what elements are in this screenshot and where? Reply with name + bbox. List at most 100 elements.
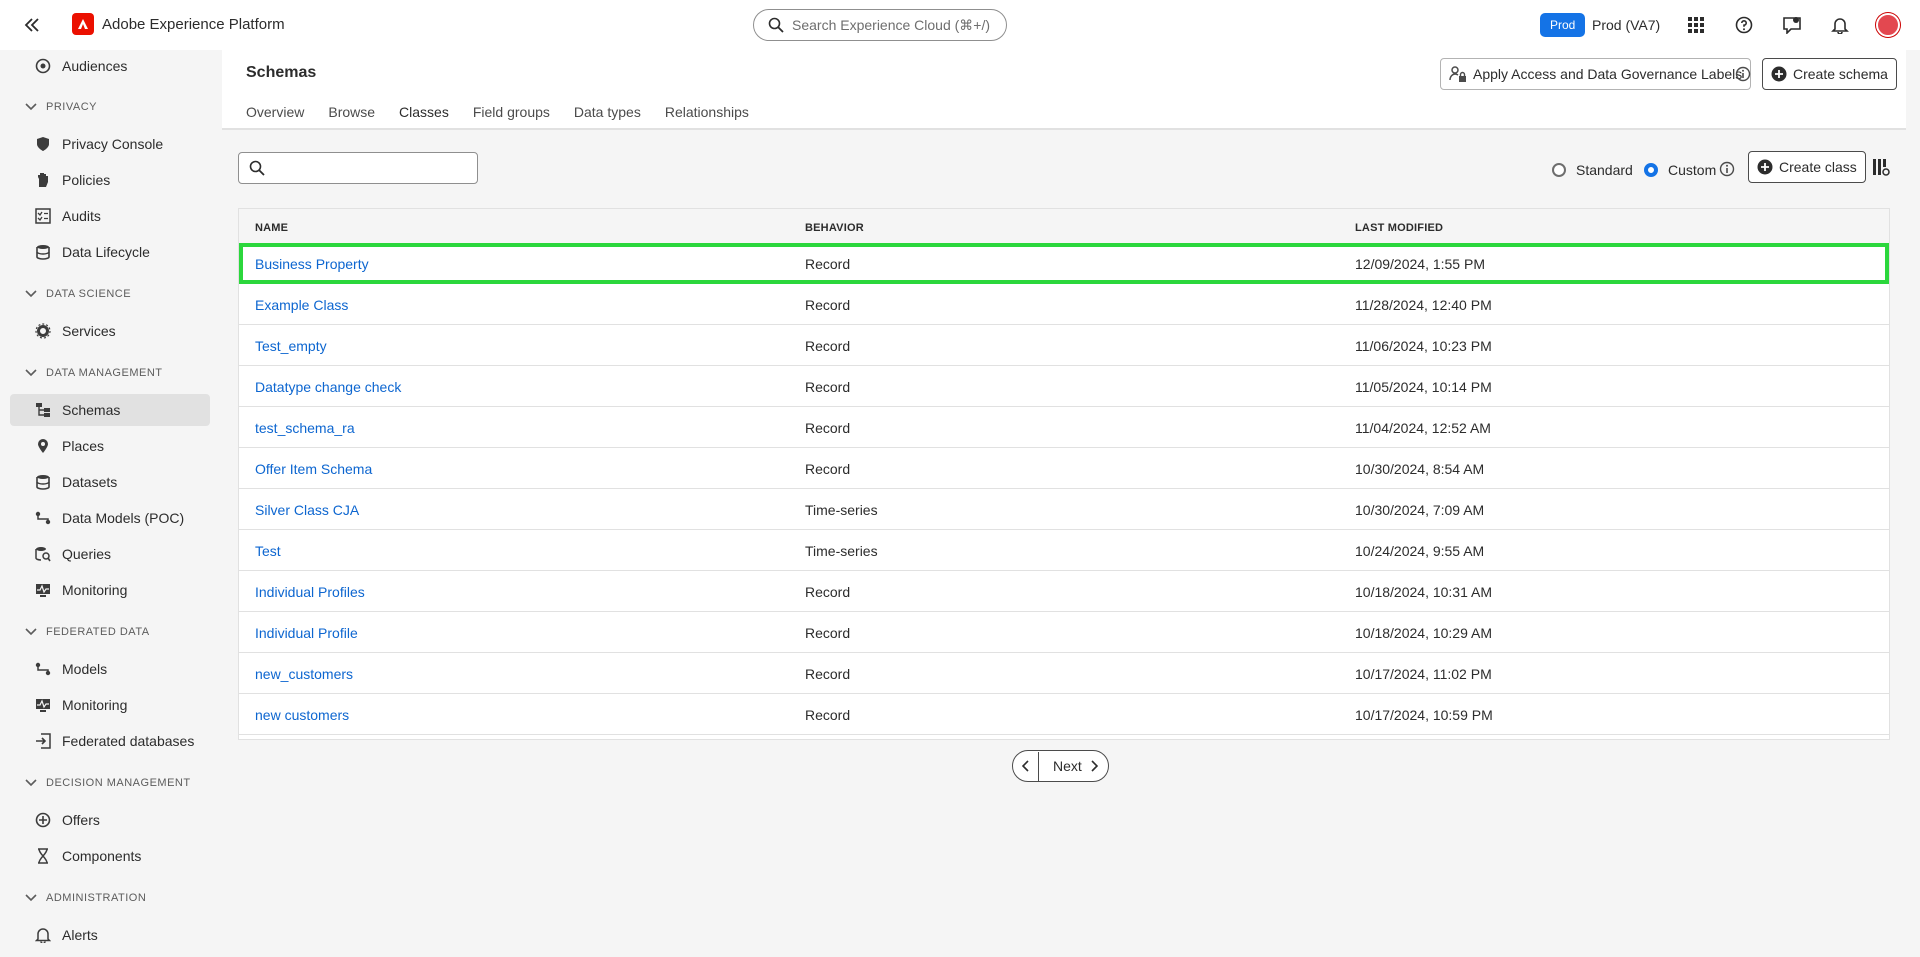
audiences-icon xyxy=(34,57,52,75)
sidebar-item-datasets[interactable]: Datasets xyxy=(10,466,210,498)
class-name-link[interactable]: Business Property xyxy=(255,256,369,272)
column-header-last-modified[interactable]: LAST MODIFIED xyxy=(1355,222,1443,234)
class-name-link[interactable]: Example Class xyxy=(255,297,348,313)
sidebar-item-policies[interactable]: Policies xyxy=(10,164,210,196)
sidebar-item-label: Privacy Console xyxy=(62,136,164,152)
class-last-modified: 10/18/2024, 10:29 AM xyxy=(1355,625,1492,641)
user-lock-icon xyxy=(1449,65,1467,83)
class-name-link[interactable]: Individual Profile xyxy=(255,625,358,641)
feedback-icon[interactable] xyxy=(1780,13,1804,37)
sidebar-item-monitoring[interactable]: Monitoring xyxy=(10,574,210,606)
global-search-input[interactable]: Search Experience Cloud (⌘+/) xyxy=(753,9,1007,41)
chevron-down-icon xyxy=(25,894,37,902)
class-behavior: Record xyxy=(805,707,851,723)
sidebar-item-privacy-console[interactable]: Privacy Console xyxy=(10,128,210,160)
radio-button-selected[interactable] xyxy=(1644,163,1658,177)
class-name-link[interactable]: Silver Class CJA xyxy=(255,502,359,518)
sidebar-item-alerts[interactable]: Alerts xyxy=(10,919,210,951)
class-behavior: Record xyxy=(805,461,851,477)
table-row[interactable]: Individual Profiles Record 10/18/2024, 10:… xyxy=(239,571,1889,612)
next-page-button[interactable]: Next xyxy=(1039,752,1108,781)
hourglass-icon xyxy=(34,847,52,865)
table-row[interactable]: Datatype change check Record 11/05/2024, 1… xyxy=(239,366,1889,407)
section-administration[interactable]: ADMINISTRATION xyxy=(24,888,146,908)
sidebar-item-models[interactable]: Models xyxy=(10,653,210,685)
table-row[interactable]: new customers Record 10/17/2024, 10:59 PM xyxy=(239,694,1889,735)
previous-page-button[interactable] xyxy=(1013,751,1039,781)
sidebar-item-places[interactable]: Places xyxy=(10,430,210,462)
class-name-link[interactable]: test_schema_ra xyxy=(255,420,355,436)
standard-radio[interactable]: Standard xyxy=(1552,162,1633,178)
radio-button[interactable] xyxy=(1552,163,1566,177)
column-header-name[interactable]: NAME xyxy=(255,222,288,234)
table-row[interactable]: Test Time-series 10/24/2024, 9:55 AM xyxy=(239,530,1889,571)
create-class-label: Create class xyxy=(1779,159,1857,175)
table-row[interactable]: Test_empty Record 11/06/2024, 10:23 PM xyxy=(239,325,1889,366)
table-row[interactable]: testclass_pks4Record10/03/2024, 8:58 AM xyxy=(239,735,1889,739)
class-name-link[interactable]: Individual Profiles xyxy=(255,584,365,600)
standard-radio-label: Standard xyxy=(1576,162,1633,178)
table-row[interactable]: test_schema_ra Record 11/04/2024, 12:52 AM xyxy=(239,407,1889,448)
apply-governance-labels-button[interactable]: Apply Access and Data Governance Labels xyxy=(1440,58,1752,90)
class-behavior: Record xyxy=(805,379,851,395)
class-name-link[interactable]: Datatype change check xyxy=(255,379,401,395)
app-title[interactable]: Adobe Experience Platform xyxy=(102,16,285,33)
class-name-link[interactable]: new_customers xyxy=(255,666,353,682)
table-row[interactable]: Business Property Record 12/09/2024, 1:55 … xyxy=(239,243,1889,284)
collapse-sidebar-icon[interactable] xyxy=(20,14,44,36)
table-header: NAME BEHAVIOR LAST MODIFIED xyxy=(239,209,1889,243)
section-federated-data[interactable]: FEDERATED DATA xyxy=(24,622,150,642)
table-row[interactable]: Example Class Record 11/28/2024, 12:40 PM xyxy=(239,284,1889,325)
section-data-science[interactable]: DATA SCIENCE xyxy=(24,284,131,304)
org-switcher[interactable]: Prod (VA7) xyxy=(1592,17,1660,33)
class-last-modified: 10/17/2024, 10:59 PM xyxy=(1355,707,1493,723)
notifications-icon[interactable] xyxy=(1828,13,1852,37)
table-row[interactable]: new_customers Record 10/17/2024, 11:02 PM xyxy=(239,653,1889,694)
table-row[interactable]: Individual Profile Record 10/18/2024, 10:2… xyxy=(239,612,1889,653)
classes-content: Standard Custom Create class NAME BEHAVI… xyxy=(222,130,1906,957)
class-name-link[interactable]: Test xyxy=(255,543,281,559)
table-row[interactable]: Offer Item Schema Record 10/30/2024, 8:54 … xyxy=(239,448,1889,489)
pagination: Next xyxy=(1012,750,1109,782)
sidebar-item-data-models[interactable]: Data Models (POC) xyxy=(10,502,210,534)
import-icon xyxy=(34,732,52,750)
sidebar-item-offers[interactable]: Offers xyxy=(10,804,210,836)
create-schema-button[interactable]: Create schema xyxy=(1762,58,1897,90)
table-row[interactable]: Silver Class CJA Time-series 10/30/2024, 7… xyxy=(239,489,1889,530)
custom-radio[interactable]: Custom xyxy=(1644,162,1716,178)
column-settings-icon[interactable] xyxy=(1870,156,1892,178)
sidebar-item-services[interactable]: Services xyxy=(10,315,210,347)
adobe-logo-icon[interactable] xyxy=(72,13,94,35)
user-avatar[interactable] xyxy=(1876,13,1900,37)
sidebar-item-label: Audits xyxy=(62,208,101,224)
sidebar-item-data-lifecycle[interactable]: Data Lifecycle xyxy=(10,236,210,268)
section-data-management[interactable]: DATA MANAGEMENT xyxy=(24,363,163,383)
class-search-input[interactable] xyxy=(238,152,478,184)
class-name-link[interactable]: Offer Item Schema xyxy=(255,461,372,477)
sidebar-item-federated-monitoring[interactable]: Monitoring xyxy=(10,689,210,721)
help-icon[interactable] xyxy=(1732,13,1756,37)
sidebar-item-federated-databases[interactable]: Federated databases xyxy=(10,725,210,757)
section-privacy[interactable]: PRIVACY xyxy=(24,97,97,117)
sidebar-item-audiences[interactable]: Audiences xyxy=(10,50,210,82)
sidebar-item-label: Places xyxy=(62,438,105,454)
chevron-right-icon xyxy=(1091,760,1098,772)
sidebar-item-components[interactable]: Components xyxy=(10,840,210,872)
class-name-link[interactable]: new customers xyxy=(255,707,349,723)
top-bar: Adobe Experience Platform Search Experie… xyxy=(0,0,1920,50)
environment-badge[interactable]: Prod xyxy=(1540,13,1586,37)
info-icon[interactable] xyxy=(1718,160,1736,178)
class-behavior: Time-series xyxy=(805,543,878,559)
info-icon[interactable] xyxy=(1734,65,1752,83)
create-class-button[interactable]: Create class xyxy=(1748,151,1866,183)
apply-governance-labels-label: Apply Access and Data Governance Labels xyxy=(1473,66,1743,82)
apps-grid-icon[interactable] xyxy=(1684,13,1708,37)
sidebar-item-schemas[interactable]: Schemas xyxy=(10,394,210,426)
column-header-behavior[interactable]: BEHAVIOR xyxy=(805,222,864,234)
sidebar-item-queries[interactable]: Queries xyxy=(10,538,210,570)
create-schema-label: Create schema xyxy=(1793,66,1888,82)
class-name-link[interactable]: Test_empty xyxy=(255,338,327,354)
section-decision-management[interactable]: DECISION MANAGEMENT xyxy=(24,773,191,793)
sidebar-item-audits[interactable]: Audits xyxy=(10,200,210,232)
offers-icon xyxy=(34,811,52,829)
